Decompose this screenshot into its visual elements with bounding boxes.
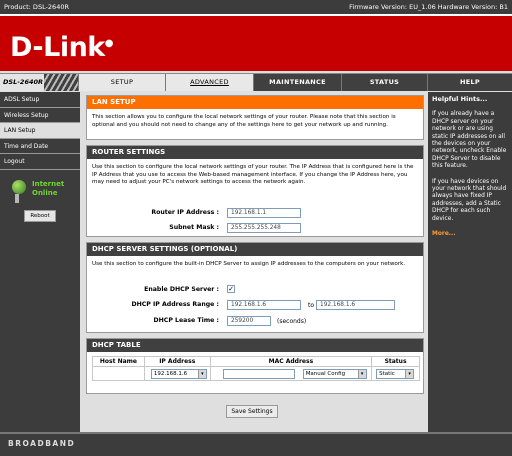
dhcp-table-title: DHCP TABLE (87, 339, 423, 352)
range-to-label: to (308, 302, 315, 309)
col-status: Status (371, 356, 420, 367)
dhcp-range-end-input[interactable]: 192.168.1.6 (316, 300, 395, 310)
tab-status[interactable]: STATUS (341, 74, 427, 91)
lan-setup-section: LAN SETUP This section allows you to con… (86, 95, 424, 140)
dropdown-arrow-icon: ▾ (405, 370, 414, 378)
enable-dhcp-label: Enable DHCP Server : (144, 286, 219, 293)
ip-address-select[interactable]: 192.168.1.6 ▾ (150, 369, 207, 379)
mac-cell: Manual Config ▾ (209, 366, 373, 381)
reboot-button[interactable]: Reboot (24, 210, 56, 222)
dhcp-server-description: Use this section to configure the built-… (92, 261, 406, 267)
dhcp-server-title: DHCP SERVER SETTINGS (OPTIONAL) (87, 243, 423, 256)
lan-setup-title: LAN SETUP (87, 96, 423, 109)
tab-maintenance[interactable]: MAINTENANCE (253, 74, 341, 91)
lan-setup-description: This section allows you to configure the… (92, 114, 396, 128)
product-label: Product: DSL-2640R (4, 3, 69, 11)
ip-cell: 192.168.1.6 ▾ (143, 366, 211, 381)
tab-help[interactable]: HELP (427, 74, 512, 91)
col-mac-address: MAC Address (209, 356, 373, 367)
status-cell: Static ▾ (371, 366, 420, 381)
host-name-cell (92, 366, 145, 381)
sidebar-item-lan-setup[interactable]: LAN Setup (0, 123, 80, 139)
online-label: Online (32, 189, 58, 197)
sidebar: ADSL Setup Wireless Setup LAN Setup Time… (0, 92, 80, 432)
mac-type-select[interactable]: Manual Config ▾ (302, 369, 367, 379)
dropdown-arrow-icon: ▾ (357, 370, 366, 378)
main-content: LAN SETUP This section allows you to con… (86, 95, 424, 428)
internet-status: Internet Online (10, 180, 76, 204)
router-settings-description: Use this section to configure the local … (92, 164, 414, 185)
more-link[interactable]: More... (432, 231, 508, 238)
sidebar-item-adsl-setup[interactable]: ADSL Setup (0, 92, 80, 108)
dhcp-range-start-input[interactable]: 192.168.1.6 (227, 300, 301, 310)
decorative-stripes (44, 74, 78, 91)
save-settings-button[interactable]: Save Settings (226, 405, 278, 418)
enable-dhcp-checkbox[interactable]: ✓ (227, 285, 235, 293)
lease-time-label: DHCP Lease Time : (153, 317, 219, 324)
help-title: Helpful Hints... (432, 95, 488, 103)
router-ip-label: Router IP Address : (151, 209, 219, 216)
table-row: 192.168.1.6 ▾ Manual Config ▾ Static ▾ (92, 366, 420, 381)
col-ip-address: IP Address (143, 356, 211, 367)
tab-advanced[interactable]: ADVANCED (165, 74, 253, 91)
mac-address-input[interactable] (222, 369, 295, 379)
tab-setup[interactable]: SETUP (78, 74, 165, 91)
brand-banner: D-Link● (0, 14, 512, 71)
dhcp-server-section: DHCP SERVER SETTINGS (OPTIONAL) Use this… (86, 242, 424, 333)
help-hint-2: If you have devices on your network that… (432, 178, 507, 222)
subnet-mask-input[interactable]: 255.255.255.248 (227, 223, 301, 233)
sidebar-item-logout[interactable]: Logout (0, 154, 80, 170)
main-nav: DSL-2640R SETUP ADVANCED MAINTENANCE STA… (0, 73, 512, 91)
dropdown-arrow-icon: ▾ (197, 370, 206, 378)
internet-label: Internet (32, 180, 65, 188)
top-info-bar: Product: DSL-2640R Firmware Version: EU_… (0, 0, 512, 14)
lease-time-unit: (seconds) (277, 318, 307, 325)
dlink-logo: D-Link● (10, 32, 114, 63)
sidebar-item-wireless-setup[interactable]: Wireless Setup (0, 108, 80, 123)
firmware-label: Firmware Version: EU_1.06 Hardware Versi… (349, 3, 508, 11)
router-settings-title: ROUTER SETTINGS (87, 146, 423, 159)
dhcp-table-section: DHCP TABLE Host Name IP Address MAC Addr… (86, 338, 424, 394)
lease-time-input[interactable]: 259200 (227, 316, 271, 326)
dhcp-table: Host Name IP Address MAC Address Status … (92, 356, 420, 381)
help-hint-1: If you already have a DHCP server on you… (432, 111, 507, 170)
router-ip-input[interactable]: 192.168.1.1 (227, 208, 301, 218)
col-host-name: Host Name (92, 356, 145, 367)
subnet-mask-label: Subnet Mask : (169, 224, 219, 231)
dhcp-range-label: DHCP IP Address Range : (131, 301, 219, 308)
router-settings-section: ROUTER SETTINGS Use this section to conf… (86, 145, 424, 237)
help-panel: Helpful Hints... If you already have a D… (428, 92, 512, 432)
status-select[interactable]: Static ▾ (376, 369, 415, 379)
sidebar-item-time-and-date[interactable]: Time and Date (0, 139, 80, 154)
internet-globe-icon (12, 180, 26, 194)
footer-broadband: BROADBAND (0, 432, 512, 456)
info-icon (15, 194, 19, 203)
model-label: DSL-2640R (0, 74, 44, 91)
